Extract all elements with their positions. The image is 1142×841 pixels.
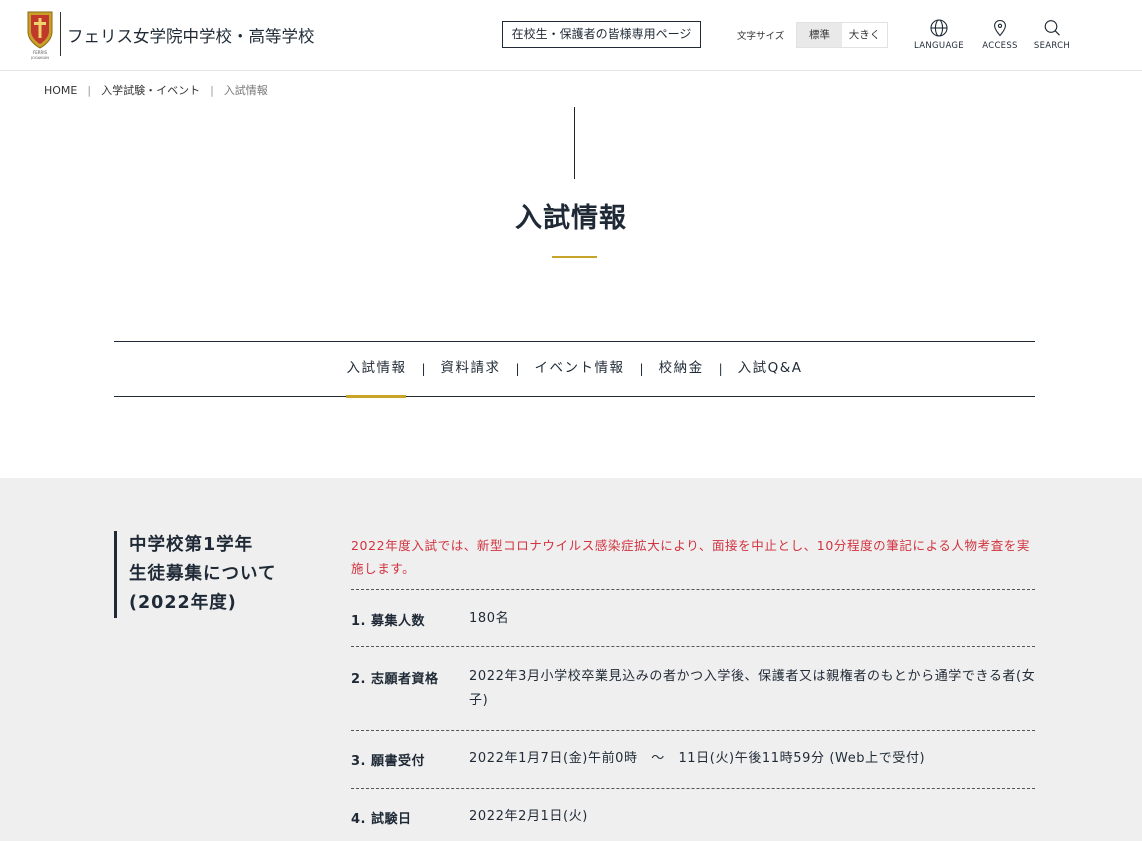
search-button[interactable]: SEARCH xyxy=(1022,19,1082,51)
row-key-exam-date: 4. 試験日 xyxy=(351,812,412,827)
search-icon xyxy=(1044,20,1060,36)
breadcrumb-admissions[interactable]: 入学試験・イベント xyxy=(101,82,200,98)
svg-text:FERRIS: FERRIS xyxy=(33,50,48,55)
subnav-separator: | xyxy=(639,362,644,376)
site-logo[interactable]: FERRIS JOGAKUIN フェリス女学院中学校・高等学校 xyxy=(26,10,315,60)
breadcrumb-separator: | xyxy=(87,83,92,97)
row-key-capacity: 1. 募集人数 xyxy=(351,614,426,629)
site-header: FERRIS JOGAKUIN フェリス女学院中学校・高等学校 在校生・保護者の… xyxy=(0,0,1142,71)
subnav-item-fees[interactable]: 校納金 xyxy=(659,341,704,397)
subnav-item-exam-info[interactable]: 入試情報 xyxy=(346,341,407,398)
font-size-standard-button[interactable]: 標準 xyxy=(797,23,842,47)
section-title: 中学校第1学年 生徒募集について (2022年度) xyxy=(114,531,334,618)
dashed-divider xyxy=(351,589,1035,590)
row-value-eligibility: 2022年3月小学校卒業見込みの者かつ入学後、保護者又は親権者のもとから通学でき… xyxy=(469,669,1036,708)
dashed-divider xyxy=(351,788,1035,789)
row-key-application: 3. 願書受付 xyxy=(351,754,426,769)
subnav-separator: | xyxy=(515,362,520,376)
row-value-application: 2022年1月7日(金)午前0時 ～ 11日(火)午後11時59分 (Web上で… xyxy=(469,751,926,766)
section-title-line: (2022年度) xyxy=(129,593,237,613)
breadcrumb: HOME | 入学試験・イベント | 入試情報 xyxy=(44,82,268,98)
subnav-item-request-materials[interactable]: 資料請求 xyxy=(441,341,501,397)
logo-divider xyxy=(60,12,61,56)
access-button[interactable]: ACCESS xyxy=(970,19,1030,51)
subnav-separator: | xyxy=(421,362,426,376)
row-value-capacity: 180名 xyxy=(469,611,510,626)
subnav-item-events[interactable]: イベント情報 xyxy=(535,341,625,397)
covid-notice: 2022年度入試では、新型コロナウイルス感染症拡大により、面接を中止とし、10分… xyxy=(351,538,1030,576)
sub-navigation: 入試情報 | 資料請求 | イベント情報 | 校納金 | 入試Q&A xyxy=(114,341,1035,398)
section-title-line: 中学校第1学年 xyxy=(129,535,254,555)
font-size-large-button[interactable]: 大きく xyxy=(842,23,887,47)
members-page-button[interactable]: 在校生・保護者の皆様専用ページ xyxy=(502,21,701,48)
school-crest-icon: FERRIS JOGAKUIN xyxy=(27,11,53,60)
svg-text:JOGAKUIN: JOGAKUIN xyxy=(30,56,49,60)
language-label: LANGUAGE xyxy=(914,41,964,51)
location-pin-icon xyxy=(994,19,1006,37)
row-value-exam-date: 2022年2月1日(火) xyxy=(469,809,588,824)
language-button[interactable]: LANGUAGE xyxy=(909,19,969,51)
title-vertical-line xyxy=(574,107,575,179)
breadcrumb-current: 入試情報 xyxy=(223,84,268,97)
globe-icon xyxy=(930,19,948,37)
page-title: 入試情報 xyxy=(515,203,627,234)
dashed-divider xyxy=(351,646,1035,647)
row-key-eligibility: 2. 志願者資格 xyxy=(351,672,439,687)
font-size-label: 文字サイズ xyxy=(737,31,785,42)
breadcrumb-home[interactable]: HOME xyxy=(44,84,77,97)
font-size-toggle: 標準 大きく xyxy=(796,22,888,48)
section-title-line: 生徒募集について xyxy=(129,564,277,584)
access-label: ACCESS xyxy=(982,41,1018,51)
subnav-separator: | xyxy=(718,362,723,376)
dashed-divider xyxy=(351,730,1035,731)
search-label: SEARCH xyxy=(1033,41,1071,51)
site-name: フェリス女学院中学校・高等学校 xyxy=(67,27,315,46)
breadcrumb-separator: | xyxy=(210,83,214,97)
title-underline xyxy=(552,256,597,258)
subnav-item-faq[interactable]: 入試Q&A xyxy=(738,341,803,397)
